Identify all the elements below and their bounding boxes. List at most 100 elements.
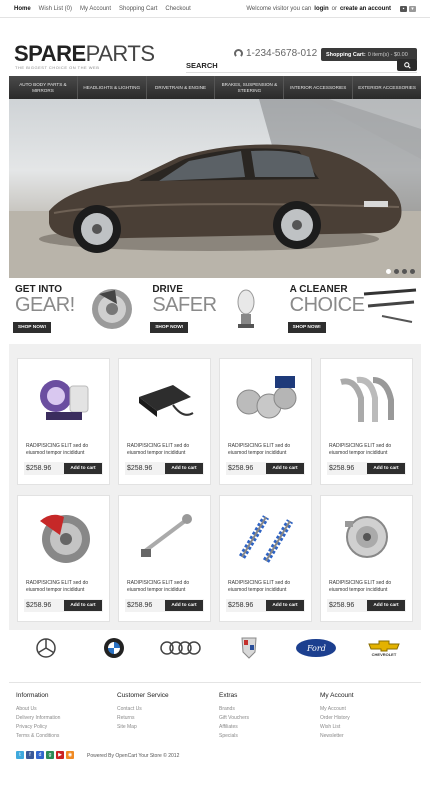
add-to-cart-button[interactable]: Add to cart [165, 600, 203, 611]
product-card[interactable]: RADIPISICING ELIT sed do eiusmod tempor … [17, 495, 110, 622]
add-to-cart-button[interactable]: Add to cart [165, 463, 203, 474]
rss-icon[interactable]: ◉ [66, 751, 74, 759]
footer-link[interactable]: Delivery Information [16, 714, 106, 723]
top-link-checkout[interactable]: Checkout [165, 6, 190, 12]
slider-dot[interactable] [386, 269, 391, 274]
product-image[interactable] [222, 498, 310, 576]
facebook-icon[interactable]: f [26, 751, 34, 759]
footer-link[interactable]: About Us [16, 705, 106, 714]
main-nav: Auto Body Parts & Mirrors Headlights & L… [9, 76, 421, 99]
product-image[interactable] [121, 361, 209, 439]
brake-disc-icon [40, 514, 90, 563]
product-description[interactable]: RADIPISICING ELIT sed do eiusmod tempor … [228, 580, 308, 593]
flag-icon[interactable]: ▪ [400, 5, 407, 12]
product-description[interactable]: RADIPISICING ELIT sed do eiusmod tempor … [127, 580, 207, 593]
product-image[interactable] [20, 361, 108, 439]
product-image[interactable] [121, 498, 209, 576]
promo-line2: GEAR! [15, 294, 75, 316]
nav-item-interior[interactable]: Interior Accessories [284, 76, 354, 99]
login-link[interactable]: login [314, 6, 328, 12]
footer-link[interactable]: Gift Vouchers [219, 714, 309, 723]
footer-column-extras: Extras Brands Gift Vouchers Affiliates S… [219, 692, 309, 741]
footer-link[interactable]: Contact Us [117, 705, 207, 714]
add-to-cart-button[interactable]: Add to cart [64, 600, 102, 611]
search-input[interactable] [220, 58, 397, 72]
add-to-cart-button[interactable]: Add to cart [266, 463, 304, 474]
footer-link[interactable]: Site Map [117, 723, 207, 732]
delicious-icon[interactable]: d [36, 751, 44, 759]
product-description[interactable]: RADIPISICING ELIT sed do eiusmod tempor … [329, 580, 409, 593]
footer-link[interactable]: Wish List [320, 723, 410, 732]
product-description[interactable]: RADIPISICING ELIT sed do eiusmod tempor … [26, 443, 106, 456]
add-to-cart-button[interactable]: Add to cart [367, 463, 405, 474]
product-image[interactable] [323, 498, 411, 576]
product-price: $258.96 [329, 465, 355, 472]
product-card[interactable]: RADIPISICING ELIT sed do eiusmod tempor … [118, 358, 211, 485]
footer-link[interactable]: Privacy Policy [16, 723, 106, 732]
welcome-message: Welcome visitor you can login or create … [246, 5, 416, 12]
add-to-cart-button[interactable]: Add to cart [367, 600, 405, 611]
product-image[interactable] [20, 498, 108, 576]
promo-safer[interactable]: DRIVE SAFER SHOP NOW! [146, 280, 284, 338]
alternator-icon [345, 516, 388, 558]
product-description[interactable]: RADIPISICING ELIT sed do eiusmod tempor … [329, 443, 409, 456]
promo-gear[interactable]: GET INTO GEAR! SHOP NOW! [9, 280, 147, 338]
top-link-account[interactable]: My Account [80, 6, 111, 12]
footer-link[interactable]: Terms & Conditions [16, 732, 106, 741]
footer-link[interactable]: Returns [117, 714, 207, 723]
cadillac-logo[interactable] [219, 633, 278, 663]
google-icon[interactable]: g [46, 751, 54, 759]
add-to-cart-button[interactable]: Add to cart [64, 463, 102, 474]
twitter-icon[interactable]: t [16, 751, 24, 759]
product-description[interactable]: RADIPISICING ELIT sed do eiusmod tempor … [127, 443, 207, 456]
bmw-logo[interactable] [84, 633, 143, 663]
footer-column-information: Information About Us Delivery Informatio… [16, 692, 106, 741]
slider-dot[interactable] [410, 269, 415, 274]
shop-now-button[interactable]: SHOP NOW! [150, 322, 189, 333]
product-image[interactable] [222, 361, 310, 439]
product-price: $258.96 [228, 602, 254, 609]
product-description[interactable]: RADIPISICING ELIT sed do eiusmod tempor … [228, 443, 308, 456]
product-card[interactable]: RADIPISICING ELIT sed do eiusmod tempor … [17, 358, 110, 485]
product-image[interactable] [323, 361, 411, 439]
product-card[interactable]: RADIPISICING ELIT sed do eiusmod tempor … [320, 358, 413, 485]
footer-column-my-account: My Account My Account Order History Wish… [320, 692, 410, 741]
nav-item-drivetrain[interactable]: Drivetrain & Engine [147, 76, 216, 99]
footer-link[interactable]: Brands [219, 705, 309, 714]
search-button[interactable] [397, 59, 417, 71]
nav-item-brakes[interactable]: Brakes, Suspension & Steering [215, 76, 285, 99]
ford-logo[interactable]: Ford [287, 633, 346, 663]
nav-item-auto-body[interactable]: Auto Body Parts & Mirrors [9, 76, 78, 99]
slider-dot[interactable] [402, 269, 407, 274]
shop-now-button[interactable]: SHOP NOW! [13, 322, 51, 333]
add-to-cart-button[interactable]: Add to cart [266, 600, 304, 611]
mercedes-logo[interactable] [17, 633, 75, 663]
create-account-link[interactable]: create an account [340, 6, 391, 12]
product-card[interactable]: RADIPISICING ELIT sed do eiusmod tempor … [320, 495, 413, 622]
nav-item-exterior[interactable]: Exterior Accessories [353, 76, 421, 99]
product-description[interactable]: RADIPISICING ELIT sed do eiusmod tempor … [26, 580, 106, 593]
language-switcher: ▪ ▾ [400, 5, 416, 12]
footer-link[interactable]: Affiliates [219, 723, 309, 732]
audi-logo[interactable] [152, 633, 211, 663]
footer-link[interactable]: Order History [320, 714, 410, 723]
product-card[interactable]: RADIPISICING ELIT sed do eiusmod tempor … [219, 495, 312, 622]
top-link-home[interactable]: Home [14, 6, 31, 12]
product-card[interactable]: RADIPISICING ELIT sed do eiusmod tempor … [118, 495, 211, 622]
welcome-or: or [331, 5, 337, 12]
nav-item-headlights[interactable]: Headlights & Lighting [78, 76, 147, 99]
top-link-wishlist[interactable]: Wish List (0) [39, 6, 72, 12]
chevrolet-logo[interactable]: CHEVROLET [354, 633, 413, 663]
currency-icon[interactable]: ▾ [409, 5, 416, 12]
youtube-icon[interactable]: ▶ [56, 751, 64, 759]
shop-now-button[interactable]: SHOP NOW! [287, 322, 326, 333]
footer-link[interactable]: My Account [320, 705, 410, 714]
product-card[interactable]: RADIPISICING ELIT sed do eiusmod tempor … [219, 358, 312, 485]
promo-choice[interactable]: A CLEANER CHOICE SHOP NOW! [283, 280, 421, 338]
footer-link[interactable]: Newsletter [320, 732, 410, 741]
slider-dot[interactable] [394, 269, 399, 274]
footer-link[interactable]: Specials [219, 732, 309, 741]
top-link-cart[interactable]: Shopping Cart [119, 6, 157, 12]
logo[interactable]: SPAREPARTS [14, 43, 155, 65]
hero-slider[interactable] [9, 99, 421, 278]
